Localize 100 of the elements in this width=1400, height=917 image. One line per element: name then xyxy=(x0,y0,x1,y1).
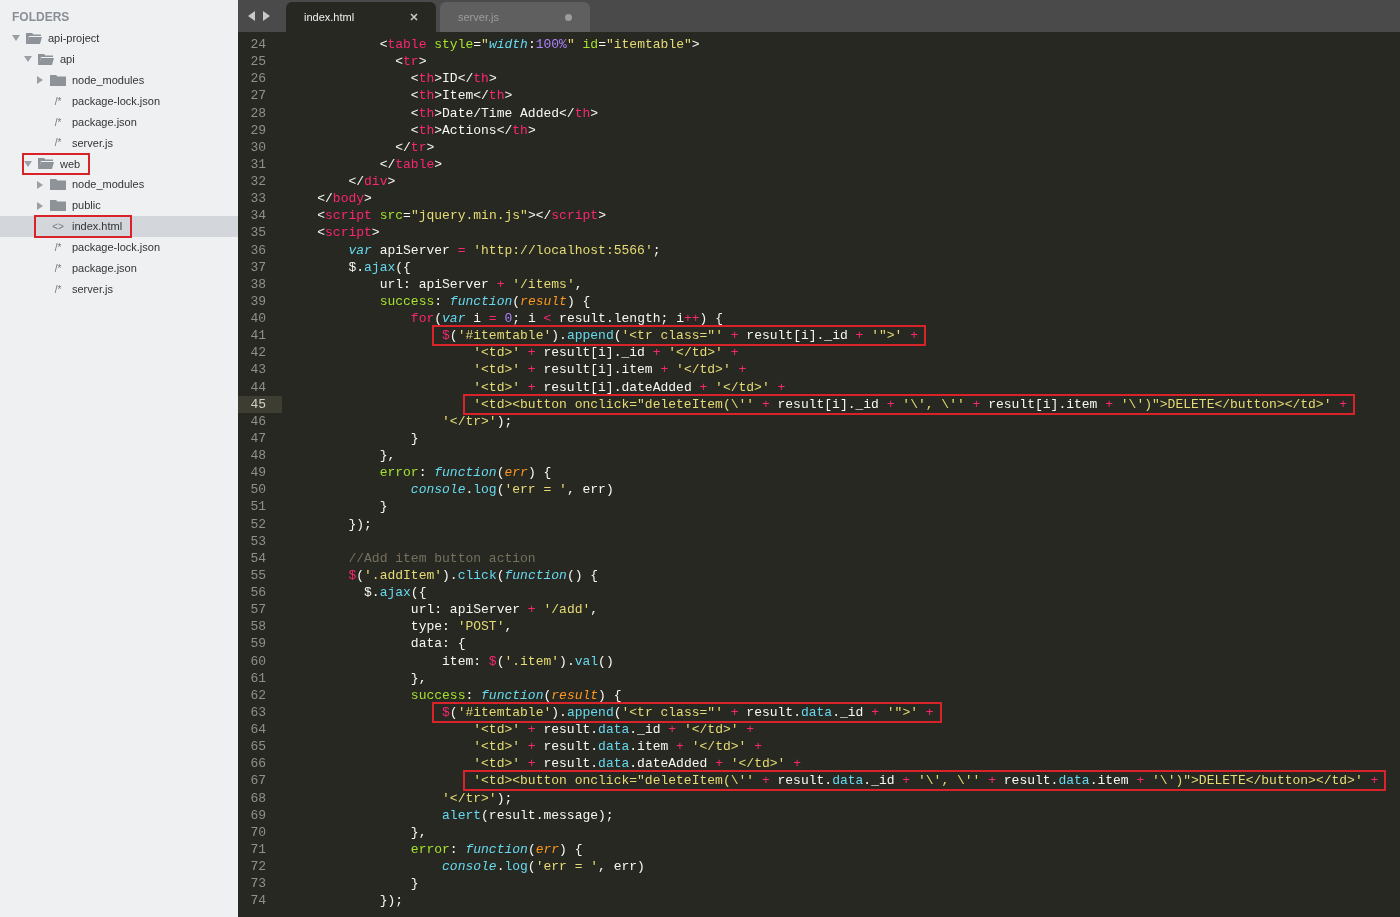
line-number: 47 xyxy=(249,429,267,447)
file-row[interactable]: /* package.json xyxy=(0,257,238,279)
line-number: 73 xyxy=(249,875,267,893)
file-label: package.json xyxy=(72,114,137,130)
file-row[interactable]: /* package-lock.json xyxy=(0,90,238,112)
folder-row[interactable]: node_modules xyxy=(0,174,238,196)
code-line: success: function(result) { xyxy=(379,293,591,309)
line-number: 40 xyxy=(249,310,267,328)
file-glyph: /* xyxy=(53,240,63,255)
line-number: 70 xyxy=(249,823,267,841)
code-line: }); xyxy=(348,516,372,532)
code-line: '<td>' + result.data.item + '</td>' + xyxy=(473,739,762,755)
expanded-caret-icon[interactable] xyxy=(24,55,32,64)
line-number: 24 xyxy=(249,36,267,54)
line-number: 34 xyxy=(249,207,267,225)
line-number: 67 xyxy=(249,772,267,790)
code-line: error: function(err) { xyxy=(410,841,583,857)
collapsed-caret-icon[interactable] xyxy=(36,180,44,189)
file-glyph: /* xyxy=(53,136,63,151)
code-line: <table style="width:100%" id="itemtable"> xyxy=(379,37,700,52)
folder-label: public xyxy=(72,198,101,214)
code-line: for(var i = 0; i < result.length; i++) { xyxy=(410,311,723,326)
line-number: 55 xyxy=(249,566,267,584)
line-number: 54 xyxy=(249,549,267,567)
collapsed-caret-icon[interactable] xyxy=(36,201,44,210)
line-number: 39 xyxy=(249,292,267,310)
folder-label: node_modules xyxy=(72,72,145,88)
collapsed-caret-icon[interactable] xyxy=(36,76,44,85)
code-line: <script> xyxy=(317,225,380,241)
line-number: 51 xyxy=(249,498,267,516)
line-number: 71 xyxy=(249,840,267,858)
file-row[interactable]: /* package-lock.json xyxy=(0,236,238,258)
line-number: 27 xyxy=(249,87,267,105)
code-line: '<td>' + result[i]._id + '</td>' + xyxy=(473,345,739,361)
line-number: 33 xyxy=(249,190,267,208)
code-line: } xyxy=(379,499,388,515)
code-line: var apiServer = 'http://localhost:5566'; xyxy=(348,242,661,258)
file-label: index.html xyxy=(72,219,123,235)
sidebar-header: FOLDERS xyxy=(11,9,71,26)
expanded-caret-icon[interactable] xyxy=(12,34,20,43)
file-label: package-lock.json xyxy=(72,93,161,109)
file-glyph: /* xyxy=(53,94,63,109)
code-line: $('.addItem').click(function() { xyxy=(348,567,599,583)
code-line: item: $('.item').val() xyxy=(442,653,614,669)
folder-row[interactable]: api xyxy=(0,48,238,70)
line-number: 49 xyxy=(249,464,267,482)
code-line: success: function(result) { xyxy=(410,687,622,703)
line-number: 61 xyxy=(249,669,267,687)
folder-label: api-project xyxy=(48,31,100,47)
line-number: 57 xyxy=(249,601,267,619)
file-glyph: /* xyxy=(53,261,63,276)
file-row[interactable]: /* package.json xyxy=(0,111,238,133)
line-number: 25 xyxy=(249,53,267,71)
code-line: <th>Actions</th> xyxy=(410,122,536,138)
folder-row[interactable]: api-project xyxy=(0,28,238,49)
highlighted-code: '<td><button onclick="deleteItem(\'' + result.data._id + '\', \'' + result.data.item + '\')">DELETE</button></td>' + xyxy=(463,770,1387,792)
file-row[interactable]: /* server.js xyxy=(0,132,238,154)
line-number: 26 xyxy=(249,70,267,88)
file-glyph: /* xyxy=(53,115,63,130)
code-line: console.log('err = ', err) xyxy=(442,859,645,874)
unsaved-dot-icon xyxy=(565,13,572,21)
editor-tab[interactable]: index.html xyxy=(286,2,436,32)
folder-row[interactable]: web xyxy=(0,153,238,175)
code-line: type: 'POST', xyxy=(410,619,513,635)
code-line: }, xyxy=(379,448,396,463)
file-glyph: /* xyxy=(53,282,63,297)
code-line: error: function(err) { xyxy=(379,465,552,481)
file-glyph: <> xyxy=(51,219,65,234)
code-line: '</tr>'); xyxy=(442,413,513,429)
line-number: 28 xyxy=(249,104,267,122)
folder-label: web xyxy=(60,156,81,172)
line-number: 56 xyxy=(249,584,267,602)
folder-icon xyxy=(26,31,42,45)
file-row[interactable]: /* server.js xyxy=(0,278,238,300)
line-number: 31 xyxy=(249,155,267,173)
code-line: '<td>' + result.data._id + '</td>' + xyxy=(473,722,755,737)
code-line: </table> xyxy=(379,156,443,172)
code-line: console.log('err = ', err) xyxy=(410,482,614,498)
folder-icon xyxy=(50,199,66,213)
code-line: $.ajax({ xyxy=(364,585,427,600)
line-number: 35 xyxy=(249,224,267,242)
back-arrow-icon[interactable] xyxy=(248,11,256,21)
close-icon[interactable] xyxy=(410,13,418,21)
file-label: package-lock.json xyxy=(72,240,161,256)
file-label: server.js xyxy=(72,281,113,297)
line-number: 63 xyxy=(249,703,267,721)
line-number: 64 xyxy=(249,721,267,739)
folder-row[interactable]: public xyxy=(0,195,238,216)
file-row[interactable]: <> index.html xyxy=(0,216,238,237)
folder-row[interactable]: node_modules xyxy=(0,69,238,91)
line-number: 46 xyxy=(249,412,267,430)
forward-arrow-icon[interactable] xyxy=(262,11,270,21)
code-line: '</tr>'); xyxy=(442,790,513,806)
expanded-caret-icon[interactable] xyxy=(24,159,32,168)
line-number: 36 xyxy=(249,241,267,259)
code-line: </tr> xyxy=(395,139,435,155)
code-line: }); xyxy=(379,893,404,909)
code-line: </body> xyxy=(317,191,372,207)
highlighted-code: $('#itemtable').append('<tr class="' + result[i]._id + '">' + xyxy=(432,325,926,347)
code-line: <tr> xyxy=(395,54,427,70)
